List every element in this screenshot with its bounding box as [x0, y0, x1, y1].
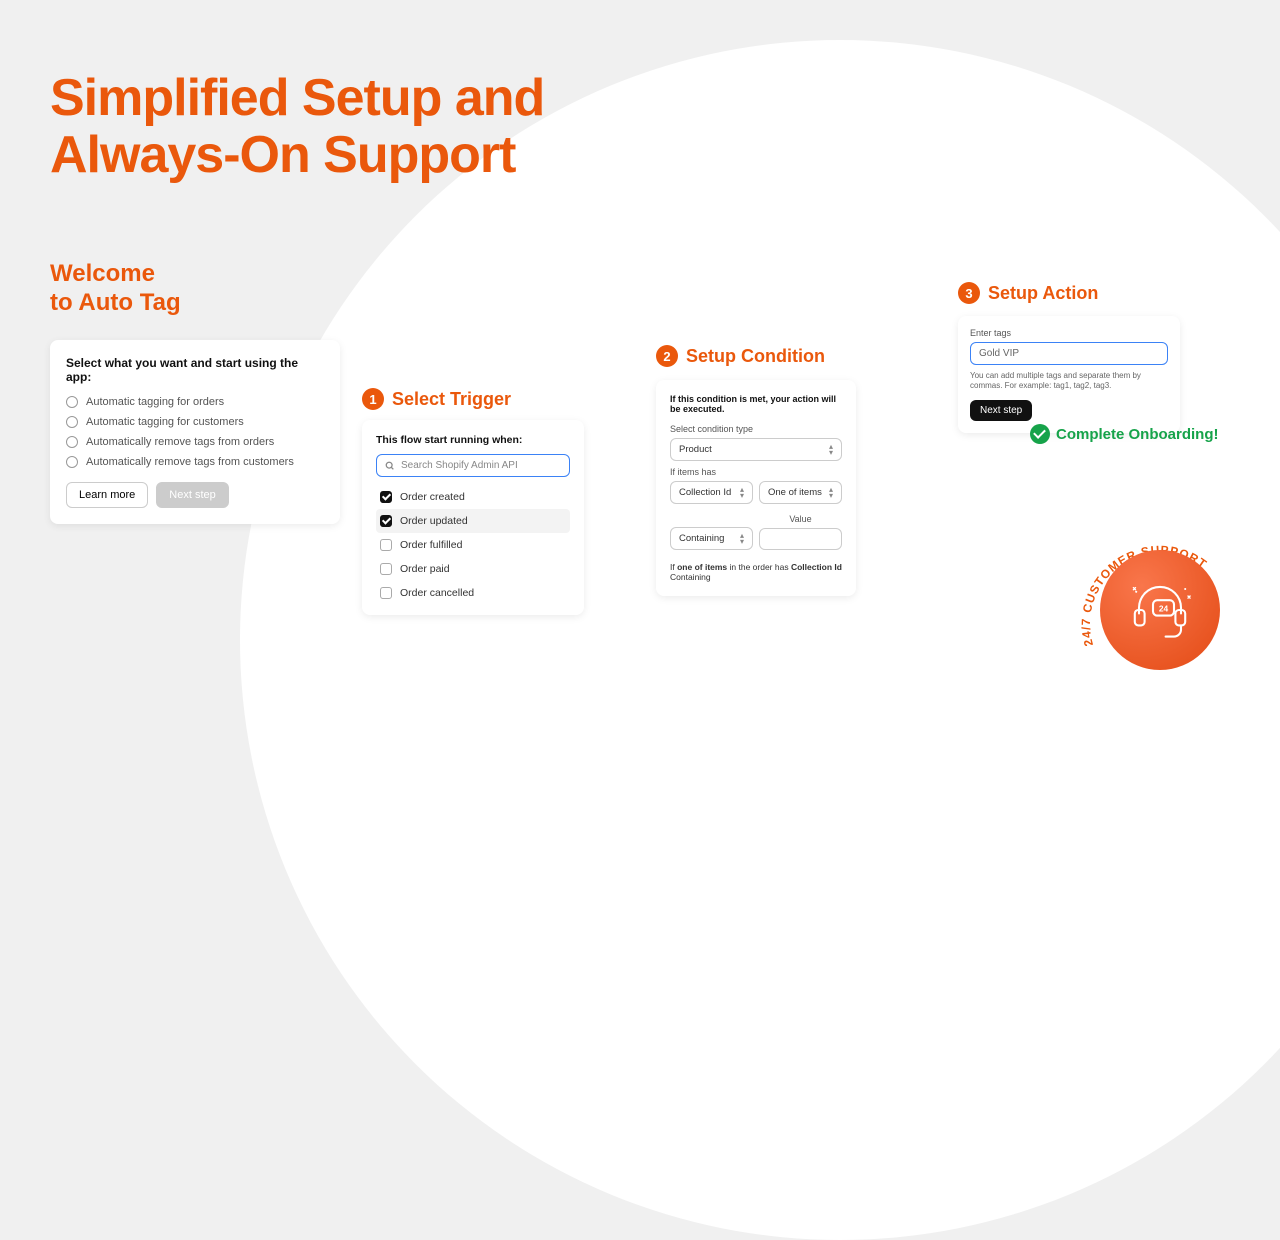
- option-label: Order paid: [400, 563, 450, 575]
- select-arrows-icon: ▴▾: [829, 487, 833, 498]
- trigger-option-created[interactable]: Order created: [376, 485, 570, 509]
- support-circle: 24: [1100, 550, 1220, 670]
- select-value: Product: [679, 444, 712, 455]
- trigger-option-paid[interactable]: Order paid: [376, 557, 570, 581]
- trigger-option-cancelled[interactable]: Order cancelled: [376, 581, 570, 605]
- option-label: Order cancelled: [400, 587, 474, 599]
- learn-more-button[interactable]: Learn more: [66, 482, 148, 508]
- trigger-search-input[interactable]: Search Shopify Admin API: [376, 454, 570, 477]
- trigger-option-fulfilled[interactable]: Order fulfilled: [376, 533, 570, 557]
- select-value: Containing: [679, 533, 724, 544]
- option-label: Automatically remove tags from customers: [86, 456, 294, 468]
- checkbox-icon: [380, 587, 392, 599]
- support-badge: 24/7 CUSTOMER SUPPORT 24: [1080, 530, 1240, 690]
- operator-select[interactable]: Containing ▴▾: [670, 527, 753, 550]
- welcome-card-title: Select what you want and start using the…: [66, 356, 324, 384]
- welcome-line2: to Auto Tag: [50, 289, 181, 318]
- radio-icon: [66, 416, 78, 428]
- complete-label: Complete Onboarding!: [1056, 426, 1219, 443]
- option-customers-tag[interactable]: Automatic tagging for customers: [66, 416, 324, 428]
- select-value: Collection Id: [679, 487, 731, 498]
- field-select[interactable]: Collection Id ▴▾: [670, 481, 753, 504]
- condition-type-label: Select condition type: [670, 424, 842, 434]
- option-label: Automatically remove tags from orders: [86, 436, 274, 448]
- search-placeholder: Search Shopify Admin API: [401, 460, 518, 471]
- action-card: Enter tags Gold VIP You can add multiple…: [958, 316, 1180, 433]
- checkbox-icon: [380, 491, 392, 503]
- trigger-option-updated[interactable]: Order updated: [376, 509, 570, 533]
- option-label: Order created: [400, 491, 465, 503]
- select-arrows-icon: ▴▾: [829, 444, 833, 455]
- condition-type-select[interactable]: Product ▴▾: [670, 438, 842, 461]
- step2-badge: 2: [656, 345, 678, 367]
- tags-input[interactable]: Gold VIP: [970, 342, 1168, 365]
- welcome-heading: Welcome to Auto Tag: [50, 260, 181, 318]
- option-label: Order fulfilled: [400, 539, 462, 551]
- select-arrows-icon: ▴▾: [740, 533, 744, 544]
- step1-badge: 1: [362, 388, 384, 410]
- svg-text:24: 24: [1159, 603, 1169, 613]
- step1-title: Select Trigger: [392, 389, 511, 410]
- step2-title: Setup Condition: [686, 346, 825, 367]
- headline-line1: Simplified Setup and: [50, 70, 544, 127]
- search-icon: [385, 461, 395, 471]
- option-label: Automatic tagging for customers: [86, 416, 244, 428]
- tags-label: Enter tags: [970, 328, 1168, 338]
- checkbox-icon: [380, 515, 392, 527]
- page-headline: Simplified Setup and Always-On Support: [50, 70, 544, 184]
- radio-icon: [66, 456, 78, 468]
- option-label: Automatic tagging for orders: [86, 396, 224, 408]
- tags-hint: You can add multiple tags and separate t…: [970, 371, 1168, 392]
- mode-select[interactable]: One of items ▴▾: [759, 481, 842, 504]
- condition-summary: If one of items in the order has Collect…: [670, 562, 842, 582]
- value-label: Value: [759, 514, 842, 524]
- step3-title: Setup Action: [988, 283, 1098, 304]
- select-arrows-icon: ▴▾: [740, 487, 744, 498]
- check-icon: [1030, 424, 1050, 444]
- items-label: If items has: [670, 467, 842, 477]
- option-orders-remove[interactable]: Automatically remove tags from orders: [66, 436, 324, 448]
- select-value: One of items: [768, 487, 822, 498]
- condition-header: If this condition is met, your action wi…: [670, 394, 842, 414]
- option-customers-remove[interactable]: Automatically remove tags from customers: [66, 456, 324, 468]
- step1-heading: 1 Select Trigger: [362, 388, 511, 410]
- trigger-subhead: This flow start running when:: [376, 434, 570, 446]
- step3-heading: 3 Setup Action: [958, 282, 1098, 304]
- headset-24-icon: 24: [1125, 575, 1195, 645]
- radio-icon: [66, 396, 78, 408]
- welcome-card: Select what you want and start using the…: [50, 340, 340, 524]
- trigger-card: This flow start running when: Search Sho…: [362, 420, 584, 615]
- step2-heading: 2 Setup Condition: [656, 345, 825, 367]
- headline-line2: Always-On Support: [50, 127, 544, 184]
- option-label: Order updated: [400, 515, 468, 527]
- checkbox-icon: [380, 539, 392, 551]
- radio-icon: [66, 436, 78, 448]
- next-step-button[interactable]: Next step: [156, 482, 228, 508]
- welcome-line1: Welcome: [50, 260, 181, 289]
- checkbox-icon: [380, 563, 392, 575]
- step3-badge: 3: [958, 282, 980, 304]
- value-input[interactable]: [759, 528, 842, 550]
- complete-banner: Complete Onboarding!: [1030, 424, 1219, 444]
- condition-card: If this condition is met, your action wi…: [656, 380, 856, 596]
- option-orders-tag[interactable]: Automatic tagging for orders: [66, 396, 324, 408]
- action-next-button[interactable]: Next step: [970, 400, 1032, 421]
